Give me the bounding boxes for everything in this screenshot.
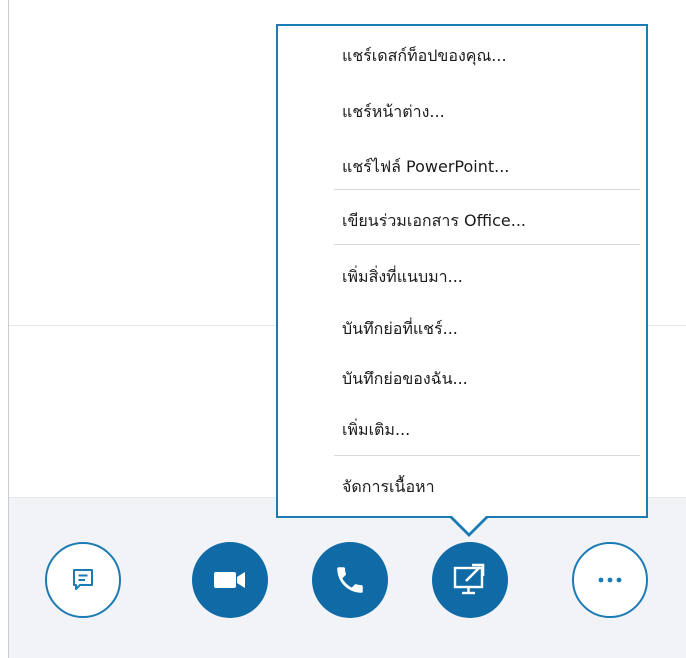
menu-separator xyxy=(334,244,640,245)
video-camera-icon xyxy=(210,565,250,595)
menu-item-shared-notes[interactable]: บันทึกย่อที่แชร์... xyxy=(278,309,646,349)
menu-pointer-fill xyxy=(451,515,487,533)
menu-item-share-desktop[interactable]: แชร์เดสก์ท็อปของคุณ... xyxy=(278,36,646,76)
menu-item-label: เขียนร่วมเอกสาร Office... xyxy=(342,210,526,230)
menu-item-my-notes[interactable]: บันทึกย่อของฉัน... xyxy=(278,359,646,399)
phone-icon xyxy=(333,563,367,597)
menu-item-label: แชร์เดสก์ท็อปของคุณ... xyxy=(342,45,507,65)
chat-bubble-icon xyxy=(68,565,98,595)
share-screen-icon xyxy=(450,562,490,598)
menu-item-share-powerpoint[interactable]: แชร์ไฟล์ PowerPoint... xyxy=(278,147,646,187)
menu-item-manage-content[interactable]: จัดการเนื้อหา xyxy=(278,467,646,507)
menu-item-label: เพิ่มเติม... xyxy=(342,419,411,439)
menu-item-label: เพิ่มสิ่งที่แนบมา... xyxy=(342,266,463,286)
conversation-window: แชร์เดสก์ท็อปของคุณ... แชร์หน้าต่าง... แ… xyxy=(0,0,686,658)
menu-separator xyxy=(334,189,640,190)
ellipsis-icon xyxy=(595,575,625,585)
window-left-edge xyxy=(0,0,9,658)
call-button[interactable] xyxy=(312,542,388,618)
menu-item-add-attachment[interactable]: เพิ่มสิ่งที่แนบมา... xyxy=(278,257,646,297)
menu-item-label: แชร์หน้าต่าง... xyxy=(342,101,445,121)
im-button[interactable] xyxy=(45,542,121,618)
more-options-button[interactable] xyxy=(572,542,648,618)
menu-item-coauthor-office[interactable]: เขียนร่วมเอกสาร Office... xyxy=(278,201,646,241)
menu-item-label: แชร์ไฟล์ PowerPoint... xyxy=(342,156,510,176)
menu-item-share-window[interactable]: แชร์หน้าต่าง... xyxy=(278,92,646,132)
menu-item-label: บันทึกย่อที่แชร์... xyxy=(342,318,458,338)
share-content-menu: แชร์เดสก์ท็อปของคุณ... แชร์หน้าต่าง... แ… xyxy=(276,24,648,518)
menu-item-label: บันทึกย่อของฉัน... xyxy=(342,368,468,388)
share-content-button[interactable] xyxy=(432,542,508,618)
menu-separator xyxy=(334,455,640,456)
video-button[interactable] xyxy=(192,542,268,618)
menu-item-more[interactable]: เพิ่มเติม... xyxy=(278,410,646,450)
menu-item-label: จัดการเนื้อหา xyxy=(342,476,435,496)
